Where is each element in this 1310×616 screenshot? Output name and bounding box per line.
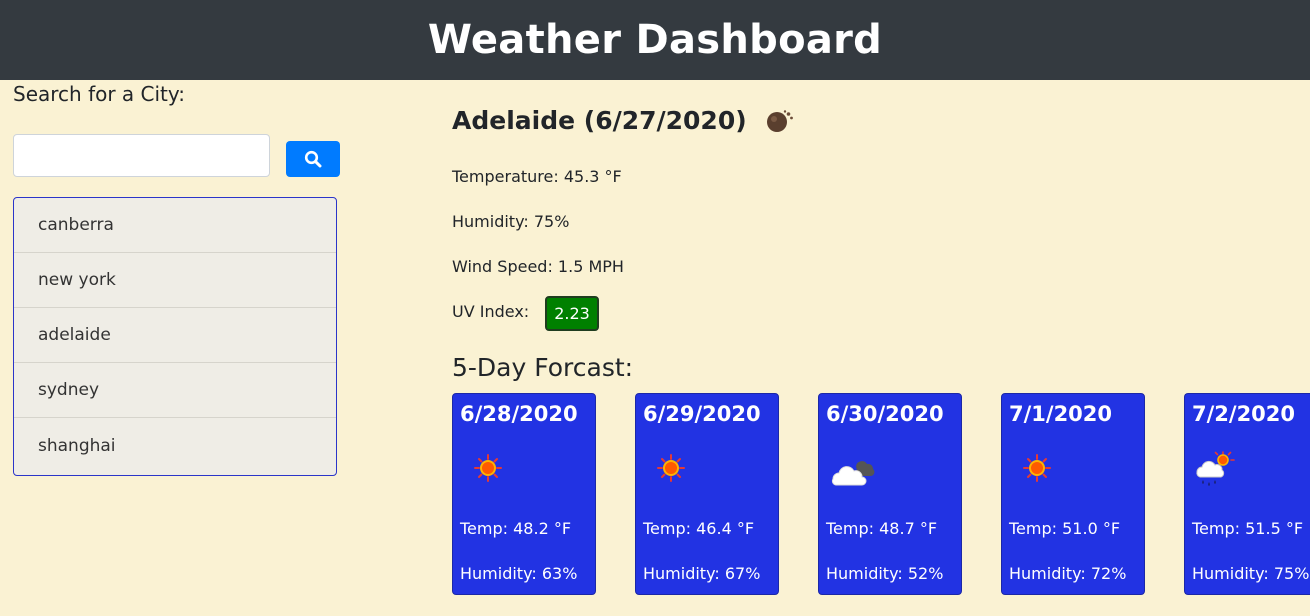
history-item-label: adelaide bbox=[38, 325, 111, 345]
forecast-temp: Temp: 48.7 °F bbox=[826, 519, 938, 538]
forecast-temp: Temp: 48.2 °F bbox=[460, 519, 572, 538]
forecast-humidity: Humidity: 67% bbox=[643, 564, 761, 583]
forecast-temp: Temp: 51.0 °F bbox=[1009, 519, 1121, 538]
cloudy-icon bbox=[829, 446, 879, 496]
forecast-humidity: Humidity: 72% bbox=[1009, 564, 1127, 583]
forecast-humidity: Humidity: 52% bbox=[826, 564, 944, 583]
history-item-new-york[interactable]: new york bbox=[14, 253, 336, 308]
page-header: Weather Dashboard bbox=[0, 0, 1310, 80]
forecast-card: 7/2/2020 Temp: 51.5 °F Humidity: 75% bbox=[1184, 393, 1310, 595]
forecast-title: 5-Day Forcast: bbox=[452, 353, 634, 382]
sun-icon bbox=[1012, 446, 1062, 496]
forecast-temp: Temp: 46.4 °F bbox=[643, 519, 755, 538]
uv-index-label: UV Index: bbox=[452, 302, 530, 321]
wind-speed-stat: Wind Speed: 1.5 MPH bbox=[452, 257, 624, 276]
dust-icon bbox=[763, 108, 797, 134]
history-item-canberra[interactable]: canberra bbox=[14, 198, 336, 253]
sun-icon bbox=[646, 446, 696, 496]
rain-sun-icon bbox=[1193, 446, 1243, 496]
search-icon bbox=[304, 150, 322, 168]
history-item-label: shanghai bbox=[38, 435, 116, 456]
history-item-label: canberra bbox=[38, 215, 114, 235]
forecast-humidity: Humidity: 75% bbox=[1192, 564, 1310, 583]
forecast-humidity: Humidity: 63% bbox=[460, 564, 578, 583]
search-button[interactable] bbox=[286, 141, 340, 177]
search-input[interactable] bbox=[13, 134, 270, 177]
temperature-stat: Temperature: 45.3 °F bbox=[452, 167, 622, 186]
history-item-label: sydney bbox=[38, 380, 100, 400]
humidity-stat: Humidity: 75% bbox=[452, 212, 570, 231]
history-item-shanghai[interactable]: shanghai bbox=[14, 418, 336, 473]
page-title: Weather Dashboard bbox=[427, 17, 883, 63]
current-city-title: Adelaide (6/27/2020) bbox=[452, 106, 797, 135]
forecast-date: 7/2/2020 bbox=[1192, 402, 1296, 426]
forecast-temp: Temp: 51.5 °F bbox=[1192, 519, 1304, 538]
sun-icon bbox=[463, 446, 513, 496]
forecast-date: 6/30/2020 bbox=[826, 402, 944, 426]
forecast-card: 6/28/2020 Temp: 48.2 °F Humidity: 63% bbox=[452, 393, 596, 595]
history-item-adelaide[interactable]: adelaide bbox=[14, 308, 336, 363]
uv-index-badge: 2.23 bbox=[545, 296, 599, 331]
forecast-date: 6/28/2020 bbox=[460, 402, 578, 426]
forecast-date: 7/1/2020 bbox=[1009, 402, 1113, 426]
history-item-label: new york bbox=[38, 270, 116, 290]
forecast-card: 6/29/2020 Temp: 46.4 °F Humidity: 67% bbox=[635, 393, 779, 595]
forecast-card: 7/1/2020 Temp: 51.0 °F Humidity: 72% bbox=[1001, 393, 1145, 595]
search-history-list: canberra new york adelaide sydney shangh… bbox=[13, 197, 337, 476]
search-label: Search for a City: bbox=[13, 82, 186, 106]
city-name-date: Adelaide (6/27/2020) bbox=[452, 106, 747, 135]
forecast-date: 6/29/2020 bbox=[643, 402, 761, 426]
forecast-card: 6/30/2020 Temp: 48.7 °F Humidity: 52% bbox=[818, 393, 962, 595]
history-item-sydney[interactable]: sydney bbox=[14, 363, 336, 418]
